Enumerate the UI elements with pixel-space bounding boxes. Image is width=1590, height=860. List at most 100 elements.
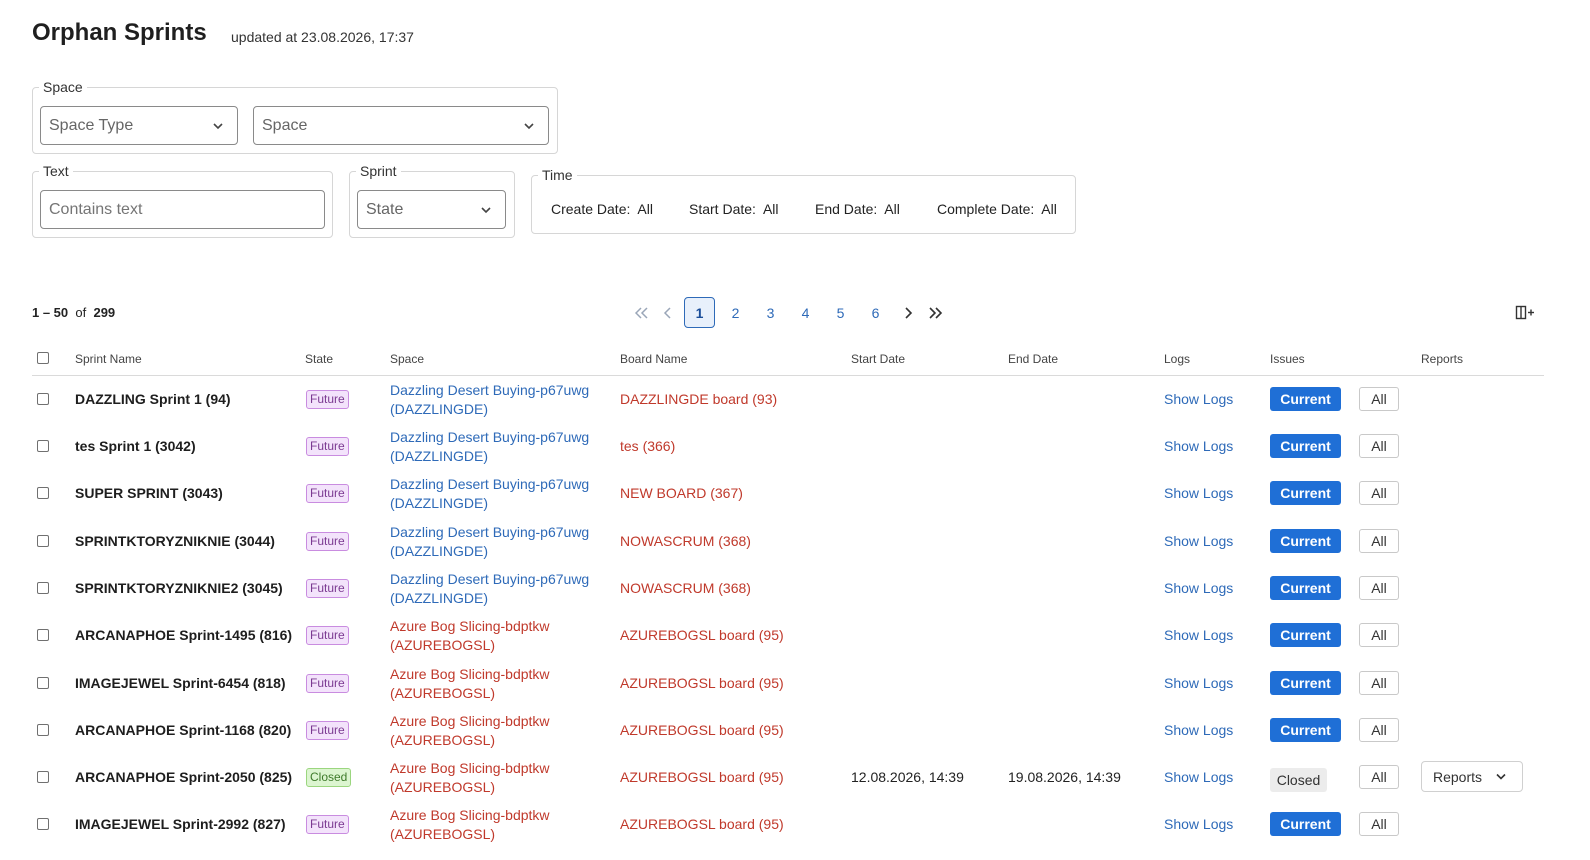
last-page-icon[interactable]: [920, 297, 951, 328]
current-issues-button[interactable]: Current: [1270, 718, 1341, 742]
all-issues-button[interactable]: All: [1359, 529, 1399, 553]
row-checkbox[interactable]: [37, 582, 49, 594]
col-state[interactable]: State: [305, 352, 333, 366]
end-date-filter[interactable]: End Date: All: [815, 201, 900, 217]
start-date-value: All: [762, 201, 779, 217]
board-name-link[interactable]: NOWASCRUM (368): [620, 580, 751, 596]
space-link[interactable]: Dazzling Desert Buying-p67uwg (DAZZLINGDE…: [390, 570, 589, 608]
board-name-link[interactable]: DAZZLINGDE board (93): [620, 391, 777, 407]
board-name-link[interactable]: NEW BOARD (367): [620, 485, 743, 501]
board-name-link[interactable]: AZUREBOGSL board (95): [620, 675, 784, 691]
page-2-button[interactable]: 2: [720, 297, 751, 328]
board-name-link[interactable]: AZUREBOGSL board (95): [620, 816, 784, 832]
space-link[interactable]: Azure Bog Slicing-bdptkw (AZUREBOGSL): [390, 806, 550, 844]
state-select[interactable]: State: [357, 190, 506, 229]
column-settings-icon[interactable]: [1515, 304, 1535, 322]
all-issues-button[interactable]: All: [1359, 481, 1399, 505]
show-logs-link[interactable]: Show Logs: [1164, 722, 1233, 738]
col-sprint-name[interactable]: Sprint Name: [75, 352, 142, 366]
row-checkbox[interactable]: [37, 393, 49, 405]
space-key: (DAZZLINGDE): [390, 543, 488, 559]
table-row: ARCANAPHOE Sprint-1168 (820) Future Azure …: [32, 707, 1544, 754]
start-date: 12.08.2026, 14:39: [851, 769, 964, 785]
page-3-button[interactable]: 3: [755, 297, 786, 328]
board-name-link[interactable]: AZUREBOGSL board (95): [620, 722, 784, 738]
row-checkbox[interactable]: [37, 771, 49, 783]
row-checkbox[interactable]: [37, 677, 49, 689]
range-value: 1 – 50: [32, 305, 69, 320]
page-5-button[interactable]: 5: [825, 297, 856, 328]
show-logs-link[interactable]: Show Logs: [1164, 533, 1233, 549]
show-logs-link[interactable]: Show Logs: [1164, 438, 1233, 454]
show-logs-link[interactable]: Show Logs: [1164, 816, 1233, 832]
current-issues-button[interactable]: Current: [1270, 434, 1341, 458]
show-logs-link[interactable]: Show Logs: [1164, 769, 1233, 785]
all-issues-button[interactable]: All: [1359, 623, 1399, 647]
col-end-date[interactable]: End Date: [1008, 352, 1058, 366]
page-1-button[interactable]: 1: [684, 297, 715, 328]
complete-date-label: Complete Date:: [937, 201, 1035, 217]
col-reports: Reports: [1421, 352, 1464, 366]
all-issues-button[interactable]: All: [1359, 387, 1399, 411]
complete-date-filter[interactable]: Complete Date: All: [937, 201, 1057, 217]
space-type-select[interactable]: Space Type: [40, 106, 238, 145]
space-link[interactable]: Azure Bog Slicing-bdptkw (AZUREBOGSL): [390, 665, 550, 703]
row-checkbox[interactable]: [37, 535, 49, 547]
space-link[interactable]: Dazzling Desert Buying-p67uwg (DAZZLINGDE…: [390, 475, 589, 513]
space-link[interactable]: Azure Bog Slicing-bdptkw (AZUREBOGSL): [390, 759, 550, 797]
all-issues-button[interactable]: All: [1359, 765, 1399, 789]
current-issues-button[interactable]: Current: [1270, 481, 1341, 505]
all-issues-button[interactable]: All: [1359, 718, 1399, 742]
space-link[interactable]: Azure Bog Slicing-bdptkw (AZUREBOGSL): [390, 617, 550, 655]
current-issues-button[interactable]: Current: [1270, 387, 1341, 411]
col-space[interactable]: Space: [390, 352, 424, 366]
row-checkbox[interactable]: [37, 818, 49, 830]
create-date-filter[interactable]: Create Date: All: [551, 201, 653, 217]
board-name-link[interactable]: tes (366): [620, 438, 675, 454]
page-4-button[interactable]: 4: [790, 297, 821, 328]
board-name-link[interactable]: AZUREBOGSL board (95): [620, 627, 784, 643]
space-link[interactable]: Azure Bog Slicing-bdptkw (AZUREBOGSL): [390, 712, 550, 750]
space-key: (DAZZLINGDE): [390, 495, 488, 511]
row-checkbox[interactable]: [37, 724, 49, 736]
select-all-checkbox[interactable]: [37, 352, 49, 364]
end-date-value: All: [884, 201, 900, 217]
current-issues-button[interactable]: Current: [1270, 623, 1341, 647]
page-6-button[interactable]: 6: [860, 297, 891, 328]
row-checkbox[interactable]: [37, 629, 49, 641]
current-issues-button[interactable]: Current: [1270, 671, 1341, 695]
space-select[interactable]: Space: [253, 106, 549, 145]
space-link[interactable]: Dazzling Desert Buying-p67uwg (DAZZLINGDE…: [390, 523, 589, 561]
board-name-link[interactable]: AZUREBOGSL board (95): [620, 769, 784, 785]
space-group-label: Space: [43, 79, 83, 95]
space-link[interactable]: Dazzling Desert Buying-p67uwg (DAZZLINGDE…: [390, 381, 589, 419]
reports-dropdown-button[interactable]: Reports: [1421, 761, 1523, 792]
table-row: IMAGEJEWEL Sprint-6454 (818) Future Azure …: [32, 660, 1544, 707]
start-date-filter[interactable]: Start Date: All: [689, 201, 779, 217]
current-issues-button[interactable]: Current: [1270, 576, 1341, 600]
board-name-link[interactable]: NOWASCRUM (368): [620, 533, 751, 549]
row-checkbox[interactable]: [37, 487, 49, 499]
page-title: Orphan Sprints: [32, 19, 207, 46]
show-logs-link[interactable]: Show Logs: [1164, 627, 1233, 643]
prev-page-icon[interactable]: [652, 297, 683, 328]
show-logs-link[interactable]: Show Logs: [1164, 580, 1233, 596]
current-issues-button[interactable]: Current: [1270, 529, 1341, 553]
all-issues-button[interactable]: All: [1359, 576, 1399, 600]
state-badge: Future: [306, 815, 349, 834]
current-issues-button[interactable]: Current: [1270, 812, 1341, 836]
space-link[interactable]: Dazzling Desert Buying-p67uwg (DAZZLINGDE…: [390, 428, 589, 466]
show-logs-link[interactable]: Show Logs: [1164, 675, 1233, 691]
all-issues-button[interactable]: All: [1359, 434, 1399, 458]
col-board-name[interactable]: Board Name: [620, 352, 687, 366]
show-logs-link[interactable]: Show Logs: [1164, 485, 1233, 501]
show-logs-link[interactable]: Show Logs: [1164, 391, 1233, 407]
space-key: (DAZZLINGDE): [390, 448, 488, 464]
next-page-icon[interactable]: [892, 297, 923, 328]
all-issues-button[interactable]: All: [1359, 812, 1399, 836]
col-start-date[interactable]: Start Date: [851, 352, 905, 366]
state-badge: Future: [306, 579, 349, 598]
row-checkbox[interactable]: [37, 440, 49, 452]
contains-text-input[interactable]: [40, 190, 325, 229]
all-issues-button[interactable]: All: [1359, 671, 1399, 695]
